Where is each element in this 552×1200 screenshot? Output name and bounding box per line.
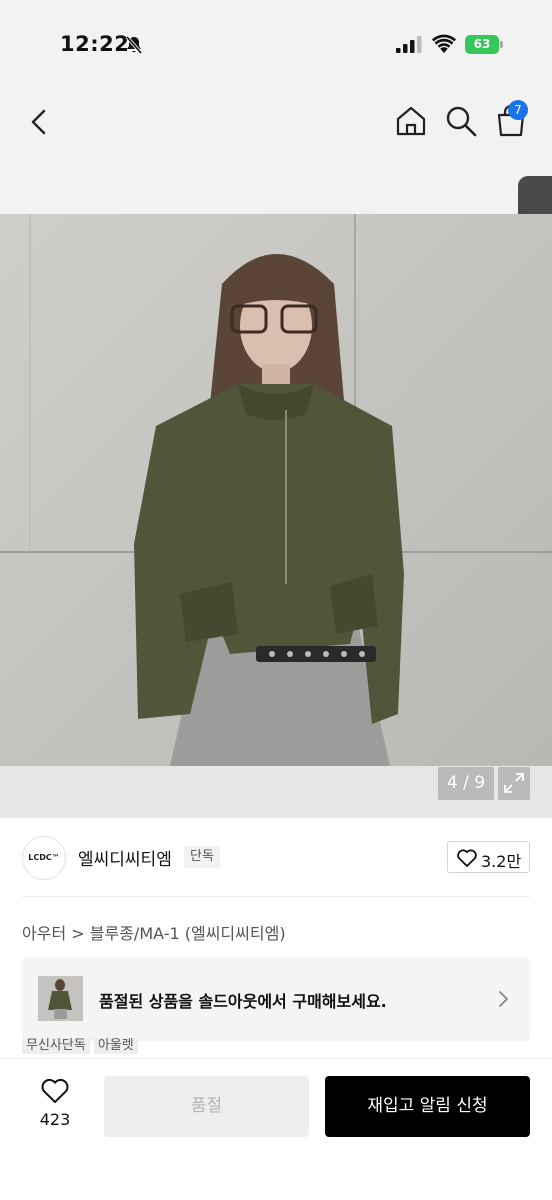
- tag-chip[interactable]: 무신사단독: [22, 1038, 90, 1054]
- heart-icon: [41, 1078, 69, 1103]
- soldout-banner[interactable]: 품절된 상품을 솔드아웃에서 구매해보세요.: [22, 957, 530, 1041]
- status-time: 12:22: [60, 32, 130, 56]
- wifi-icon: [432, 34, 456, 53]
- breadcrumb-category[interactable]: 아우터: [22, 924, 66, 943]
- nav-header: 7: [0, 92, 552, 308]
- banner-thumbnail: [38, 976, 83, 1021]
- divider: [22, 896, 530, 897]
- wishlist-button[interactable]: 423: [30, 1076, 80, 1136]
- battery-level: 63: [465, 35, 499, 54]
- battery-tip: [500, 41, 503, 48]
- breadcrumb-subcategory[interactable]: 블루종/MA-1 (엘씨디씨티엠): [90, 924, 286, 943]
- product-image[interactable]: [0, 214, 552, 766]
- breadcrumb-separator: >: [71, 924, 85, 943]
- brand-like-count: 3.2만: [481, 852, 522, 871]
- tag-list: 무신사단독 아울렛: [22, 1038, 142, 1054]
- brand-like-button[interactable]: 3.2만: [447, 841, 530, 873]
- tag-chip[interactable]: 아울렛: [93, 1038, 138, 1054]
- wishlist-count: 423: [39, 1110, 71, 1129]
- heart-icon: [457, 849, 477, 867]
- expand-button[interactable]: [498, 767, 530, 800]
- soldout-button: 품절: [104, 1076, 309, 1137]
- cart-count-badge: 7: [508, 100, 528, 120]
- brand-logo[interactable]: LCDC™: [22, 836, 66, 880]
- status-bar: 12:22 63: [0, 0, 552, 92]
- restock-alert-button[interactable]: 재입고 알림 신청: [325, 1076, 530, 1137]
- breadcrumb: 아우터 > 블루종/MA-1 (엘씨디씨티엠): [22, 920, 286, 944]
- brand-name[interactable]: 엘씨디씨티엠: [78, 845, 172, 870]
- chevron-right-icon: [499, 991, 508, 1007]
- product-photo: [0, 214, 552, 766]
- home-icon[interactable]: [394, 104, 428, 138]
- exclusive-badge: 단독: [184, 846, 220, 868]
- image-counter: 4 / 9: [438, 767, 494, 800]
- battery-icon: 63: [465, 35, 503, 54]
- bell-off-icon: [125, 35, 143, 55]
- signal-icon: [396, 36, 422, 53]
- back-chevron-icon[interactable]: [24, 106, 56, 138]
- search-icon[interactable]: [444, 104, 478, 138]
- expand-icon: [504, 773, 524, 793]
- banner-text: 품절된 상품을 솔드아웃에서 구매해보세요.: [99, 992, 387, 1011]
